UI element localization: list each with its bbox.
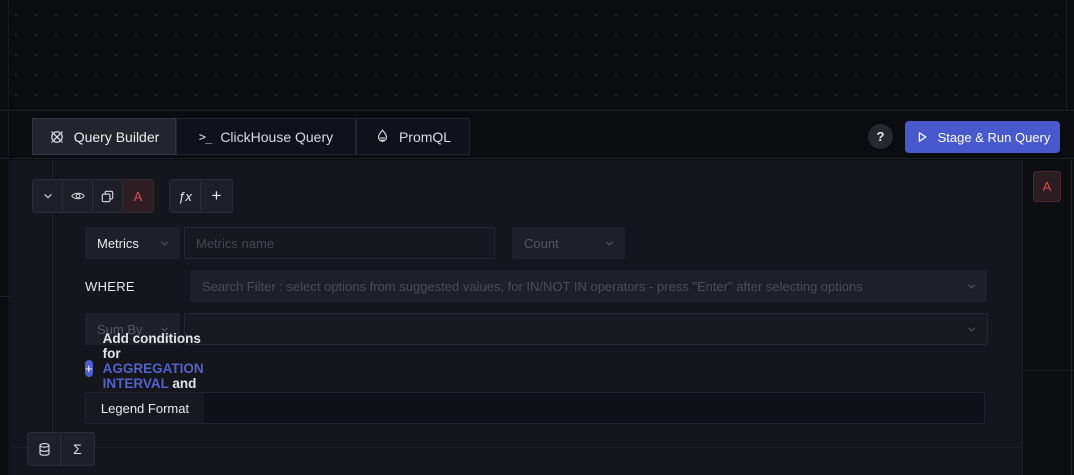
chart-dot-grid-area xyxy=(0,0,1074,111)
toggle-visibility-button[interactable] xyxy=(63,180,93,212)
terminal-icon: >_ xyxy=(199,130,211,144)
query-rail: A xyxy=(1022,160,1074,475)
collapse-query-button[interactable] xyxy=(33,180,63,212)
aggregation-select[interactable]: Count xyxy=(512,227,625,259)
query-badge-a[interactable]: A xyxy=(1033,171,1061,202)
query-name-button[interactable]: A xyxy=(123,180,153,212)
query-toolbar: A xyxy=(32,179,154,213)
stage-run-query-button[interactable]: Stage & Run Query xyxy=(905,121,1060,153)
chart-right-border xyxy=(1066,0,1067,110)
aggregation-value: Count xyxy=(524,236,559,251)
add-formula-button[interactable]: Σ xyxy=(61,433,94,465)
data-source-select[interactable]: Metrics xyxy=(85,227,180,259)
chevron-down-icon xyxy=(966,324,977,335)
group-by-select[interactable] xyxy=(184,313,988,345)
chevron-down-icon xyxy=(41,189,55,203)
add-condition-icon[interactable]: + xyxy=(85,360,93,377)
eye-icon xyxy=(70,188,86,204)
footer-add-buttons: Σ xyxy=(27,432,95,466)
query-builder-panel: A ƒx + Metrics Count xyxy=(10,160,1022,475)
query-language-tabs: Query Builder >_ ClickHouse Query PromQL xyxy=(32,118,470,155)
query-builder-icon xyxy=(49,129,65,145)
search-filter-select[interactable] xyxy=(190,270,987,302)
tab-label: PromQL xyxy=(399,129,451,145)
panel-top-border xyxy=(0,158,1074,159)
tab-clickhouse-query[interactable]: >_ ClickHouse Query xyxy=(176,118,356,155)
add-function-button[interactable]: ƒx xyxy=(170,180,201,212)
plus-icon: + xyxy=(212,186,222,206)
chevron-down-icon xyxy=(159,238,170,249)
sigma-icon: Σ xyxy=(73,441,82,457)
help-icon[interactable]: ? xyxy=(868,124,893,149)
left-edge-tick xyxy=(0,296,10,297)
rail-right-line xyxy=(1071,160,1072,475)
metrics-row: Metrics Count xyxy=(85,227,625,259)
where-label: WHERE xyxy=(85,270,135,302)
sum-by-row: Sum By xyxy=(85,313,988,345)
search-filter-input[interactable] xyxy=(190,279,966,294)
tab-query-builder[interactable]: Query Builder xyxy=(32,118,176,155)
legend-format-input[interactable] xyxy=(204,393,984,423)
panel-divider xyxy=(10,447,1022,448)
function-icon: ƒx xyxy=(178,189,192,204)
copy-icon xyxy=(100,189,115,204)
add-query-footer-button[interactable] xyxy=(28,433,61,465)
chevron-down-icon xyxy=(966,281,977,292)
rail-divider xyxy=(1023,370,1074,371)
metric-name-input[interactable] xyxy=(184,227,495,259)
tab-label: ClickHouse Query xyxy=(220,129,333,145)
legend-format-label: Legend Format xyxy=(86,393,204,423)
prometheus-icon xyxy=(375,129,390,144)
tab-label: Query Builder xyxy=(74,129,160,145)
left-edge-line xyxy=(8,0,9,475)
play-icon xyxy=(915,130,929,144)
data-source-value: Metrics xyxy=(97,236,139,251)
add-query-button[interactable]: + xyxy=(201,180,232,212)
query-add-toolbar: ƒx + xyxy=(169,179,233,213)
legend-format-row: Legend Format xyxy=(85,392,985,424)
tab-promql[interactable]: PromQL xyxy=(356,118,470,155)
database-icon xyxy=(37,442,52,457)
add-conditions-row: + Add conditions for AGGREGATION INTERVA… xyxy=(85,359,213,377)
chevron-down-icon xyxy=(604,238,615,249)
clone-query-button[interactable] xyxy=(93,180,123,212)
stage-run-query-label: Stage & Run Query xyxy=(938,130,1051,145)
